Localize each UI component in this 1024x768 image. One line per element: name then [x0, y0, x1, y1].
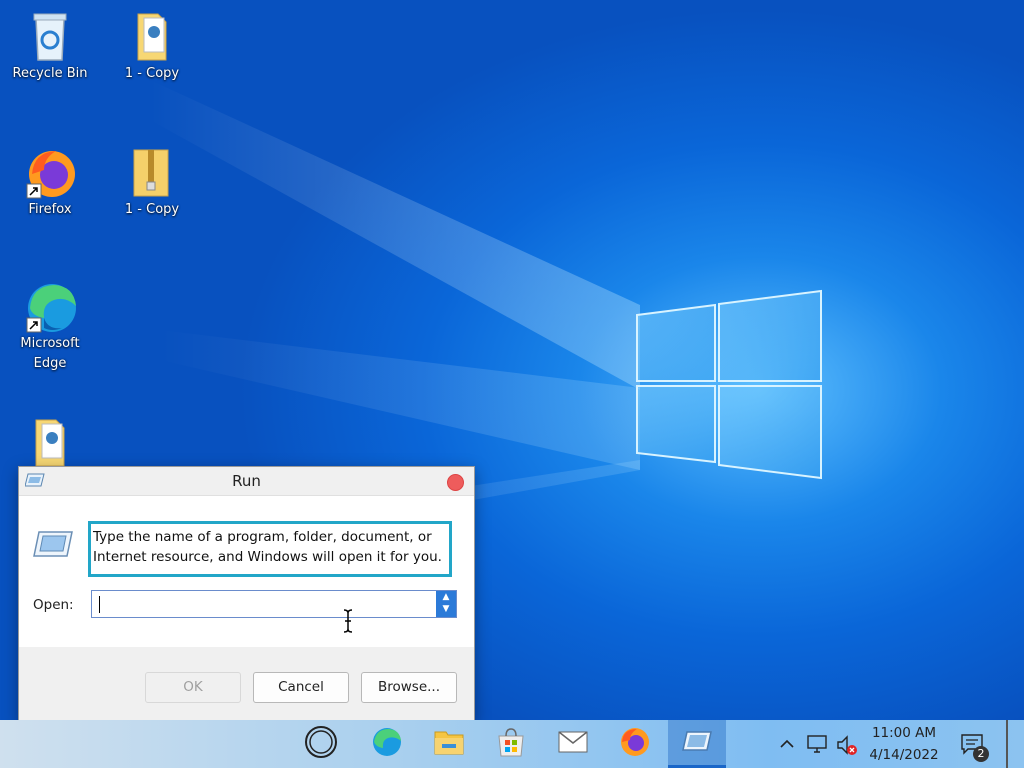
desktop-icon-recycle-bin[interactable]: Recycle Bin [10, 8, 90, 84]
cortana-icon [303, 724, 339, 764]
tray-time[interactable]: 11:00 AM [862, 725, 946, 741]
text-caret [99, 596, 100, 613]
desktop-icon-label: 1 - Copy [124, 66, 180, 81]
chevron-up-icon[interactable] [778, 735, 796, 757]
cancel-button[interactable]: Cancel [253, 672, 349, 703]
windows-logo [636, 289, 822, 480]
edge-icon [22, 278, 78, 334]
run-program-icon [33, 529, 73, 563]
desktop-icon-firefox[interactable]: Firefox [10, 144, 90, 220]
chevron-down-icon: ▼ [442, 604, 450, 614]
run-body: Type the name of a program, folder, docu… [19, 496, 474, 646]
desktop-icon-microsoft-edge[interactable]: Microsoft Edge [10, 278, 90, 374]
run-dialog: Run Type the name of a program, folder, … [18, 466, 475, 723]
ibeam-cursor-icon [341, 608, 355, 638]
dropdown-toggle[interactable]: ▲ ▼ [436, 591, 456, 617]
recycle-bin-icon [22, 8, 78, 64]
taskbar-file-explorer[interactable] [420, 720, 478, 768]
taskbar-store[interactable] [482, 720, 540, 768]
notification-count-badge: 2 [973, 746, 989, 762]
run-icon [682, 730, 712, 756]
volume-muted-icon[interactable] [836, 734, 858, 760]
desktop-icon-label: Microsoft Edge [20, 336, 80, 371]
show-desktop-button[interactable] [1006, 720, 1008, 768]
desktop-icon-label: Firefox [28, 202, 72, 217]
open-input[interactable]: ▲ ▼ [91, 590, 457, 618]
run-title-bar[interactable]: Run [19, 467, 474, 496]
taskbar-cortana[interactable] [292, 720, 350, 768]
desktop-icon-1-copy-zip[interactable]: 1 - Copy [112, 144, 192, 220]
taskbar-mail[interactable] [544, 720, 602, 768]
firefox-icon [22, 144, 78, 200]
ok-button[interactable]: OK [145, 672, 241, 703]
file-explorer-icon [434, 729, 464, 759]
desktop-icon-1-copy[interactable]: 1 - Copy [112, 8, 192, 84]
edge-icon [371, 726, 403, 762]
zip-folder-icon [124, 144, 180, 200]
desktop-icon-label: 1 - Copy [124, 202, 180, 217]
firefox-icon [619, 726, 651, 762]
chevron-up-icon: ▲ [442, 592, 450, 602]
desktop-icon-document[interactable] [10, 414, 90, 470]
taskbar: 11:00 AM 4/14/2022 [0, 720, 1024, 768]
close-button[interactable] [447, 474, 464, 491]
taskbar-edge[interactable] [358, 720, 416, 768]
taskbar-firefox[interactable] [606, 720, 664, 768]
desktop-icon-label: Recycle Bin [12, 66, 88, 81]
run-title: Run [232, 472, 261, 490]
network-icon[interactable] [806, 734, 828, 758]
document-folder-icon [22, 414, 78, 470]
browse-button[interactable]: Browse... [361, 672, 457, 703]
tray-date[interactable]: 4/14/2022 [862, 747, 946, 763]
mail-icon [558, 731, 588, 757]
document-folder-icon [124, 8, 180, 64]
open-label: Open: [33, 597, 74, 613]
store-icon [497, 727, 525, 761]
taskbar-run[interactable] [668, 720, 726, 768]
run-description: Type the name of a program, folder, docu… [88, 521, 452, 577]
